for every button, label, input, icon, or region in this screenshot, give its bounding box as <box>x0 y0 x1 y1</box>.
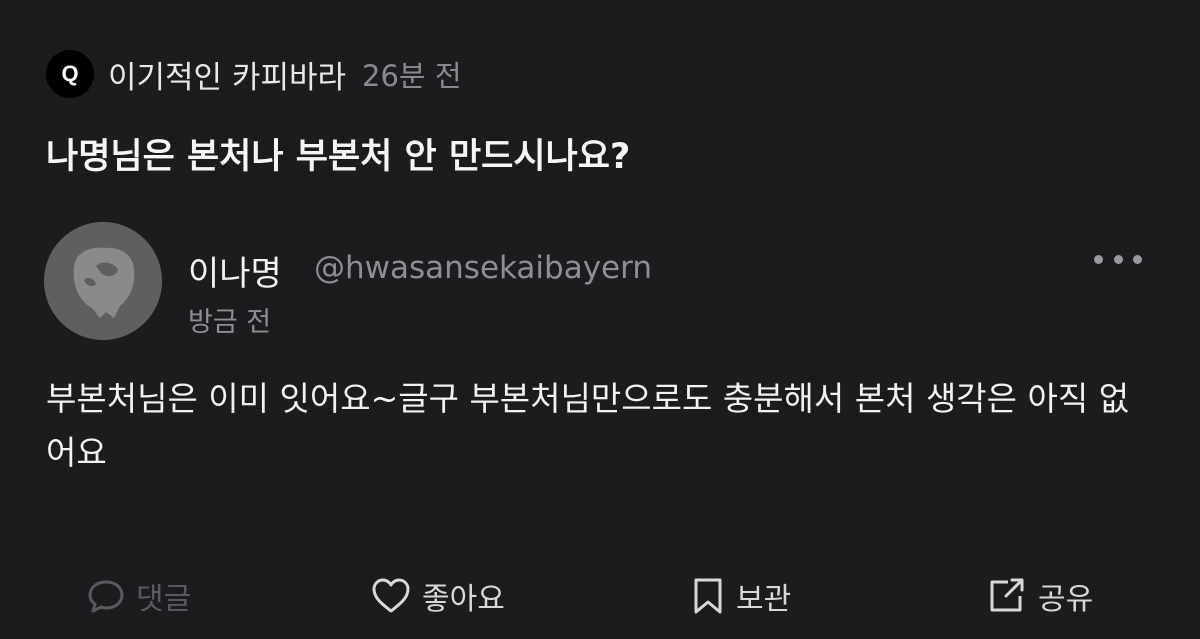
action-bar: 댓글 좋아요 보관 공유 <box>0 570 1200 622</box>
heart-icon <box>372 578 410 613</box>
comment-label: 댓글 <box>136 582 192 617</box>
answer-timestamp: 방금 전 <box>188 307 272 338</box>
share-icon <box>990 578 1024 612</box>
more-dots-icon <box>1113 254 1123 264</box>
author-handle[interactable]: @hwasansekaibayern <box>314 250 652 286</box>
question-badge-label: Q <box>61 61 79 86</box>
like-button[interactable]: 좋아요 <box>370 570 505 622</box>
question-badge-icon: Q <box>46 50 94 98</box>
bookmark-button[interactable]: 보관 <box>690 570 791 622</box>
author-name[interactable]: 이나명 <box>188 246 282 295</box>
more-dots-icon <box>1133 254 1142 264</box>
answer-header: 이나명 @hwasansekaibayern 방금 전 <box>44 222 1156 342</box>
comment-bubble-icon <box>88 580 124 613</box>
bookmark-icon <box>694 578 722 614</box>
share-button[interactable]: 공유 <box>986 570 1093 622</box>
question-timestamp: 26분 전 <box>362 59 462 93</box>
asker-name[interactable]: 이기적인 카피바라 <box>108 52 346 97</box>
avatar[interactable] <box>44 222 162 340</box>
avatar-image-icon <box>44 222 162 340</box>
more-dots-icon <box>1094 254 1103 264</box>
like-label: 좋아요 <box>422 582 505 617</box>
comment-button[interactable]: 댓글 <box>86 570 191 622</box>
more-options-button[interactable] <box>1094 244 1142 274</box>
answer-text: 부본처님은 이미 잇어요~글구 부본처님만으로도 충분해서 본처 생각은 아직 … <box>46 379 1130 472</box>
question-text: 나명님은 본처나 부본처 안 만드시나요? <box>46 137 631 177</box>
bookmark-label: 보관 <box>736 582 792 617</box>
share-label: 공유 <box>1038 582 1094 617</box>
question-header: Q 이기적인 카피바라 26분 전 <box>46 46 462 102</box>
